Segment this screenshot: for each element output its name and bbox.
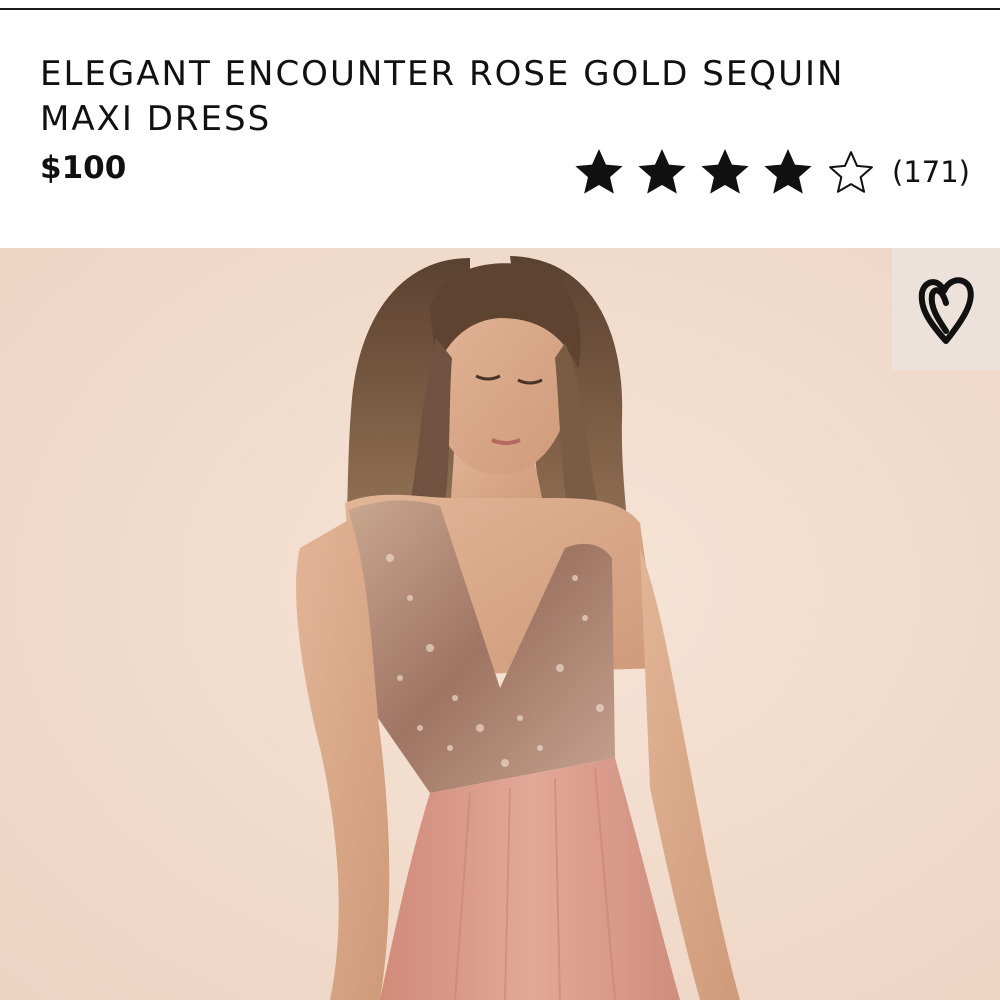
- review-count[interactable]: (171): [892, 155, 970, 189]
- star-filled-icon: [575, 149, 623, 194]
- product-photo: [0, 248, 1000, 1000]
- star-outline-icon: [829, 151, 873, 193]
- star-filled-icon: [638, 149, 686, 194]
- product-image[interactable]: [0, 248, 1000, 1000]
- favorite-button[interactable]: [892, 248, 1000, 370]
- star-filled-icon: [764, 149, 812, 194]
- product-price: $100: [40, 150, 127, 186]
- product-rating[interactable]: (171): [572, 145, 970, 199]
- star-filled-icon: [701, 149, 749, 194]
- heart-icon: [918, 277, 974, 344]
- top-divider: [0, 8, 1000, 10]
- product-title: ELEGANT ENCOUNTER ROSE GOLD SEQUIN MAXI …: [40, 54, 845, 139]
